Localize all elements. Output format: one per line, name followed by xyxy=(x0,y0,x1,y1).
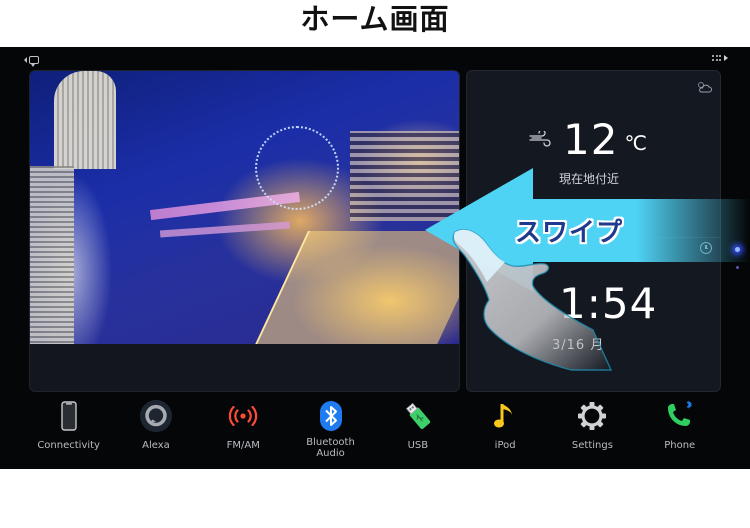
dock-item-bluetooth-audio[interactable]: Bluetooth Audio xyxy=(287,399,374,469)
dock-label: Phone xyxy=(664,440,696,451)
wallpaper-photo xyxy=(30,71,459,344)
location-label: 現在地付近 xyxy=(559,172,620,186)
status-right xyxy=(712,55,728,61)
wind-icon xyxy=(529,129,551,151)
chat-bubble-icon[interactable] xyxy=(29,56,39,67)
dock-label: iPod xyxy=(494,440,516,451)
dock-item-connectivity[interactable]: Connectivity xyxy=(25,399,112,469)
dock-item-ipod[interactable]: iPod xyxy=(461,399,548,469)
weather-reading: 12 ℃ xyxy=(529,117,647,163)
dock-item-phone[interactable]: Phone xyxy=(636,399,723,469)
dock-item-alexa[interactable]: Alexa xyxy=(112,399,199,469)
usb-stick-icon xyxy=(401,399,435,433)
swipe-label: スワイプ xyxy=(515,218,624,248)
gear-icon xyxy=(575,399,609,433)
phone-icon xyxy=(663,399,697,433)
temperature-unit: ℃ xyxy=(624,131,647,155)
forward-arrow-icon[interactable] xyxy=(724,55,728,61)
media-widget[interactable] xyxy=(29,70,460,392)
music-note-icon xyxy=(488,399,522,433)
head-unit-screen: 12 ℃ 現在地付近 1:54 3/16 月 Connectivity Alex… xyxy=(0,47,750,469)
temperature-value: 12 xyxy=(563,115,619,164)
status-left xyxy=(24,56,39,67)
dock-label: Bluetooth Audio xyxy=(306,437,355,459)
dock-item-usb[interactable]: USB xyxy=(374,399,461,469)
dock-item-fm-am[interactable]: FM/AM xyxy=(200,399,287,469)
radio-broadcast-icon xyxy=(226,399,260,433)
page-indicator-active[interactable] xyxy=(735,247,740,252)
app-grid-icon[interactable] xyxy=(712,55,721,61)
dock-label: FM/AM xyxy=(226,440,260,451)
dock-label: Alexa xyxy=(142,440,170,451)
smartphone-icon xyxy=(52,399,86,433)
bluetooth-icon xyxy=(314,399,348,433)
alexa-ring-icon xyxy=(139,399,173,433)
dock-item-settings[interactable]: Settings xyxy=(549,399,636,469)
clock-date: 3/16 月 xyxy=(552,338,605,353)
page-indicator-inactive[interactable] xyxy=(736,266,739,269)
dock-label: Settings xyxy=(571,440,613,451)
dock-label: Connectivity xyxy=(37,440,100,451)
clock-icon xyxy=(700,242,712,254)
page-title: ホーム画面 xyxy=(300,2,450,36)
clock-time: 1:54 xyxy=(559,279,658,328)
dock-label: USB xyxy=(407,440,429,451)
back-arrow-icon[interactable] xyxy=(24,57,27,63)
partly-cloudy-icon xyxy=(696,78,712,97)
app-dock: Connectivity Alexa FM/AM Bluetooth Audio … xyxy=(0,399,750,469)
